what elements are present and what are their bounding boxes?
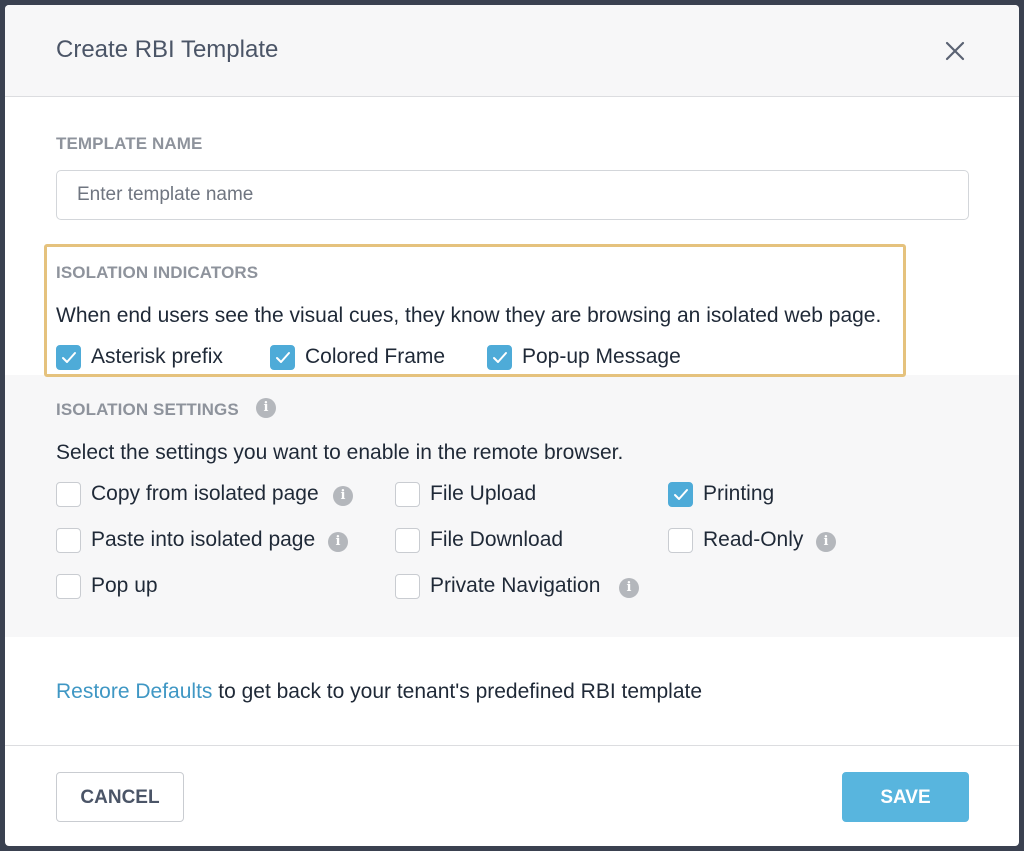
label-printing: Printing [703, 482, 775, 505]
label-pop-up: Pop up [91, 574, 158, 597]
label-file-upload: File Upload [430, 482, 537, 505]
checkbox-copy-from-isolated-page[interactable] [56, 482, 81, 507]
checkbox-pop-up[interactable] [56, 574, 81, 599]
isolation-indicators-label: ISOLATION INDICATORS [56, 263, 259, 282]
label-colored-frame: Colored Frame [305, 345, 446, 368]
isolation-settings-description: Select the settings you want to enable i… [56, 441, 624, 464]
checkbox-file-download[interactable] [395, 528, 420, 553]
label-copy-from-isolated-page: Copy from isolated page [91, 482, 319, 505]
close-button[interactable] [939, 35, 971, 67]
template-name-label: TEMPLATE NAME [56, 134, 203, 153]
dialog-title: Create RBI Template [56, 36, 279, 63]
checkmark-icon [276, 352, 290, 363]
isolation-indicators-description: When end users see the visual cues, they… [56, 304, 882, 327]
checkbox-paste-into-isolated-page[interactable] [56, 528, 81, 553]
save-button[interactable]: SAVE [842, 772, 969, 822]
checkbox-file-upload[interactable] [395, 482, 420, 507]
restore-defaults-text: to get back to your tenant's predefined … [212, 680, 703, 703]
template-name-input[interactable] [56, 170, 969, 220]
checkbox-asterisk-prefix[interactable] [56, 345, 81, 370]
label-read-only: Read-Only [703, 528, 804, 551]
restore-defaults-row: Restore Defaults to get back to your ten… [56, 680, 702, 704]
paste-into-isolated-page-info-icon[interactable]: i [328, 532, 348, 552]
read-only-info-icon[interactable]: i [816, 532, 836, 552]
copy-from-isolated-page-info-icon[interactable]: i [333, 486, 353, 506]
label-file-download: File Download [430, 528, 564, 551]
label-pop-up-message: Pop-up Message [522, 345, 681, 368]
checkmark-icon [62, 352, 76, 363]
checkbox-read-only[interactable] [668, 528, 693, 553]
footer-divider [5, 745, 1019, 746]
label-private-navigation: Private Navigation [430, 574, 601, 597]
isolation-indicators-section: ISOLATION INDICATORS When end users see … [44, 244, 906, 377]
dialog-header: Create RBI Template [5, 5, 1019, 97]
checkbox-private-navigation[interactable] [395, 574, 420, 599]
restore-defaults-link[interactable]: Restore Defaults [56, 680, 212, 703]
cancel-button[interactable]: CANCEL [56, 772, 184, 822]
label-asterisk-prefix: Asterisk prefix [91, 345, 223, 368]
create-rbi-template-dialog: Create RBI Template TEMPLATE NAME ISOLAT… [5, 5, 1019, 846]
checkmark-icon [493, 352, 507, 363]
isolation-settings-info-icon[interactable]: i [256, 398, 276, 418]
isolation-settings-label: ISOLATION SETTINGS [56, 400, 239, 419]
close-icon [945, 41, 965, 61]
checkbox-pop-up-message[interactable] [487, 345, 512, 370]
checkbox-printing[interactable] [668, 482, 693, 507]
checkmark-icon [674, 489, 688, 500]
checkbox-colored-frame[interactable] [270, 345, 295, 370]
private-navigation-info-icon[interactable]: i [619, 578, 639, 598]
isolation-settings-panel: ISOLATION SETTINGS i Select the settings… [5, 375, 1019, 637]
label-paste-into-isolated-page: Paste into isolated page [91, 528, 316, 551]
